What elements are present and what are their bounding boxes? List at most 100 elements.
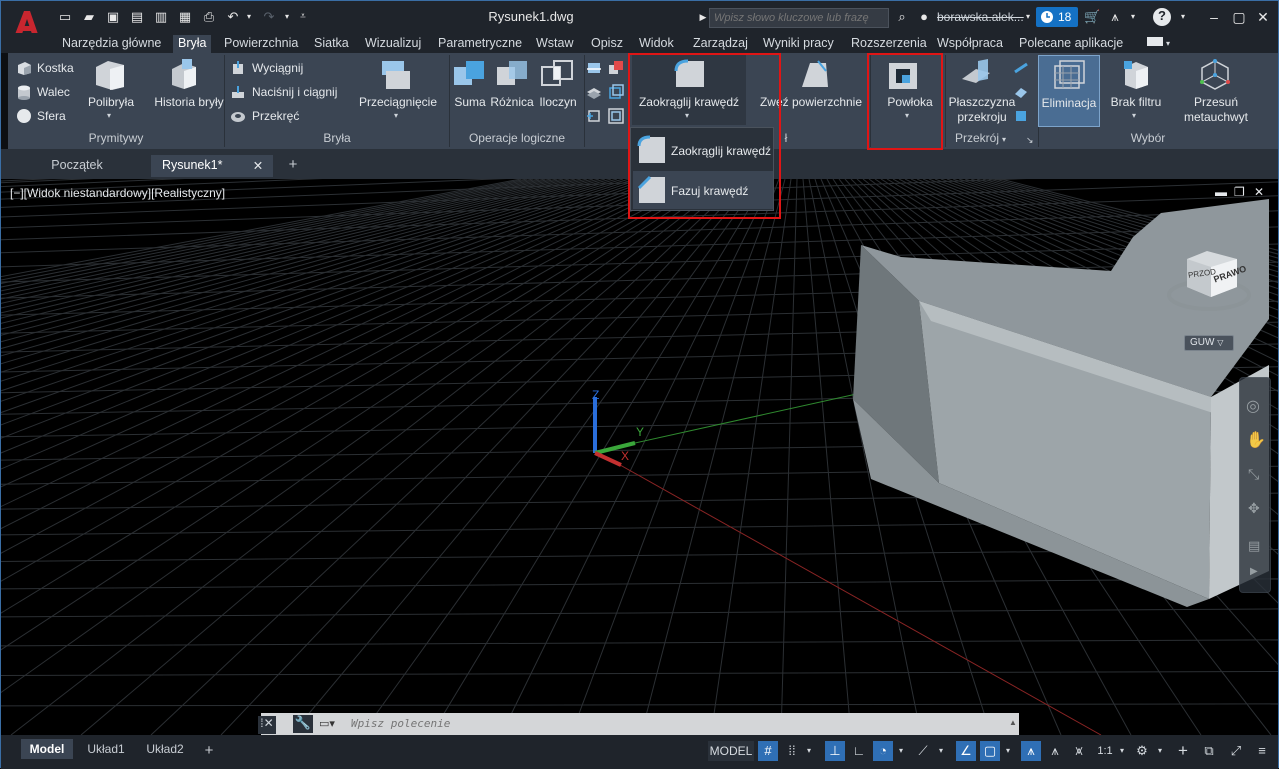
przekrec-button[interactable]: Przekręć <box>252 109 299 123</box>
redo-dropdown-icon[interactable]: ▾ <box>279 9 295 25</box>
grid-display-icon[interactable]: # <box>758 741 778 761</box>
object-snap-dropdown-icon[interactable]: ▾ <box>1001 741 1015 761</box>
object-snap-icon[interactable]: ▢ <box>980 741 1000 761</box>
polar-tracking-icon[interactable]: ◔ <box>873 741 893 761</box>
zwez-powierzchnie-button[interactable]: Zwęź powierzchnie <box>756 95 866 109</box>
dropdown-item-zaokraglij[interactable]: Zaokrąglij krawędź <box>633 131 773 169</box>
suma-button[interactable]: Suma <box>450 95 490 109</box>
tab-powierzchnia[interactable]: Powierzchnia <box>224 35 298 53</box>
help-dropdown-icon[interactable]: ▾ <box>1175 9 1191 25</box>
interfere-icon[interactable] <box>608 60 624 76</box>
zoom-icon[interactable]: ⤡ <box>1248 466 1259 483</box>
app-dropdown-icon[interactable]: ▾ <box>1125 9 1141 25</box>
redo-icon[interactable]: ↷ <box>261 9 277 25</box>
historia-bryly-button[interactable]: Historia bryły <box>146 95 232 109</box>
viewport-restore-icon[interactable]: ❐ <box>1234 185 1245 199</box>
viewport-controls-label[interactable]: [−][Widok niestandardowy][Realistyczny] <box>10 186 225 200</box>
customize-status-bar-icon[interactable]: ≡ <box>1252 741 1272 761</box>
tab-wizualizuj[interactable]: Wizualizuj <box>365 35 421 53</box>
auto-scale-icon[interactable]: ⩚ <box>1045 741 1065 761</box>
close-tab-icon[interactable]: ✕ <box>250 155 266 177</box>
user-dropdown-icon[interactable]: ▾ <box>1020 9 1036 25</box>
annotation-visibility-icon[interactable]: ⩚ <box>1021 741 1041 761</box>
tab-wyniki-pracy[interactable]: Wyniki pracy <box>763 35 834 53</box>
ucs-menu-button[interactable]: GUW ▽ <box>1184 335 1234 351</box>
command-grip-icon[interactable]: ⁞✕ <box>258 716 276 734</box>
model-space-button[interactable]: MODEL <box>708 741 754 761</box>
powloka-button[interactable]: Powłoka <box>874 95 946 109</box>
brak-filtru-dropdown-icon[interactable]: ▾ <box>1132 111 1136 120</box>
command-history-icon[interactable]: ▭▾ <box>319 717 343 731</box>
snap-mode-icon[interactable]: ⁞⁞ <box>782 741 802 761</box>
section-live-icon[interactable] <box>1013 60 1029 76</box>
kostka-button[interactable]: Kostka <box>37 61 74 75</box>
offset-edge-icon[interactable] <box>608 108 624 124</box>
tab-wspolpraca[interactable]: Współpraca <box>937 35 1003 53</box>
command-history-up-icon[interactable]: ▲ <box>1009 718 1017 727</box>
isometric-drafting-icon[interactable]: ⟋ <box>913 741 933 761</box>
nacisnij-i-ciagnij-button[interactable]: Naciśnij i ciągnij <box>252 85 337 99</box>
polibryla-button[interactable]: Polibryła <box>80 95 142 109</box>
orbit-icon[interactable]: ✥ <box>1248 500 1260 517</box>
layout-tab-model[interactable]: Model <box>21 739 73 759</box>
snap-dropdown-icon[interactable]: ▾ <box>802 741 816 761</box>
nav-customize-icon[interactable]: ▶ <box>1250 566 1258 577</box>
workspace-gear-icon[interactable]: ⚙ <box>1132 741 1152 761</box>
help-icon[interactable]: ? <box>1153 8 1171 26</box>
section-generate-icon[interactable] <box>1013 108 1029 124</box>
autodesk-app-icon[interactable]: ⩚ <box>1107 9 1123 25</box>
close-window-icon[interactable]: ✕ <box>1253 7 1273 27</box>
slice-icon[interactable] <box>586 60 602 76</box>
panel-title-przekroj[interactable]: Przekrój <box>953 131 1001 147</box>
new-layout-plus-icon[interactable]: + <box>199 739 219 759</box>
open-folder-icon[interactable]: ▰ <box>81 9 97 25</box>
tab-zarzadzaj[interactable]: Zarządzaj <box>693 35 748 53</box>
notification-badge[interactable]: 18 <box>1036 7 1078 27</box>
powloka-dropdown-icon[interactable]: ▾ <box>905 111 909 120</box>
dynamic-input-icon[interactable]: ∟ <box>849 741 869 761</box>
viewport-minimize-icon[interactable]: ▬ <box>1215 185 1227 199</box>
undo-dropdown-icon[interactable]: ▾ <box>241 9 257 25</box>
tab-bryla[interactable]: Bryła <box>173 35 212 53</box>
tab-opisz[interactable]: Opisz <box>591 35 623 53</box>
polar-dropdown-icon[interactable]: ▾ <box>894 741 908 761</box>
new-file-icon[interactable]: ▭ <box>57 9 73 25</box>
iloczyn-button[interactable]: Iloczyn <box>536 95 580 109</box>
layout-tab-uklad1[interactable]: Układ1 <box>81 739 131 759</box>
showmotion-icon[interactable]: ▤ <box>1248 538 1260 554</box>
section-add-jog-icon[interactable] <box>1013 84 1029 100</box>
tab-rozszerzenia[interactable]: Rozszerzenia <box>851 35 927 53</box>
layout-tab-uklad2[interactable]: Układ2 <box>139 739 191 759</box>
przekroj-dialog-launcher-icon[interactable]: ↘ <box>1026 135 1034 146</box>
scale-dropdown-icon[interactable]: ▾ <box>1115 741 1129 761</box>
extract-edges-icon[interactable] <box>608 84 624 100</box>
eliminacja-toggle-button[interactable]: Eliminacja <box>1038 55 1100 127</box>
sfera-button[interactable]: Sfera <box>37 109 66 123</box>
command-input[interactable] <box>351 717 1011 730</box>
walec-button[interactable]: Walec <box>37 85 70 99</box>
object-snap-tracking-icon[interactable]: ∠ <box>956 741 976 761</box>
minimize-icon[interactable]: – <box>1204 7 1224 27</box>
undo-icon[interactable]: ↶ <box>225 9 241 25</box>
wyciagnij-button[interactable]: Wyciągnij <box>252 61 303 75</box>
tab-widok[interactable]: Widok <box>639 35 674 53</box>
isolate-objects-icon[interactable]: ⧉ <box>1199 741 1219 761</box>
workspace-dropdown-icon[interactable]: ▾ <box>1153 741 1167 761</box>
pan-hand-icon[interactable]: ✋ <box>1246 430 1266 450</box>
isometric-dropdown-icon[interactable]: ▾ <box>934 741 948 761</box>
annotation-scale-icon[interactable]: ⩙ <box>1069 741 1089 761</box>
przesun-metauchwyt-button[interactable]: Przesuń metauchwyt <box>1176 95 1256 125</box>
dropdown-item-fazuj[interactable]: Fazuj krawędź <box>633 171 773 209</box>
new-tab-plus-icon[interactable]: + <box>281 153 305 175</box>
maximize-icon[interactable]: ▢ <box>1229 7 1249 27</box>
tab-narzedzia-glowne[interactable]: Narzędzia główne <box>62 35 161 53</box>
ribbon-minimize-icon[interactable] <box>1147 37 1163 46</box>
przeciagniecie-dropdown-icon[interactable]: ▾ <box>394 111 398 120</box>
user-icon[interactable]: ● <box>916 9 932 25</box>
annotation-monitor-plus-icon[interactable]: + <box>1173 741 1193 761</box>
user-name[interactable]: borawska.alek... <box>937 10 1024 24</box>
web-save-icon[interactable]: ▥ <box>153 9 169 25</box>
steering-wheel-icon[interactable]: ◎ <box>1246 396 1260 416</box>
viewport-close-icon[interactable]: ✕ <box>1254 185 1264 199</box>
tab-polecane-aplikacje[interactable]: Polecane aplikacje <box>1019 35 1123 53</box>
